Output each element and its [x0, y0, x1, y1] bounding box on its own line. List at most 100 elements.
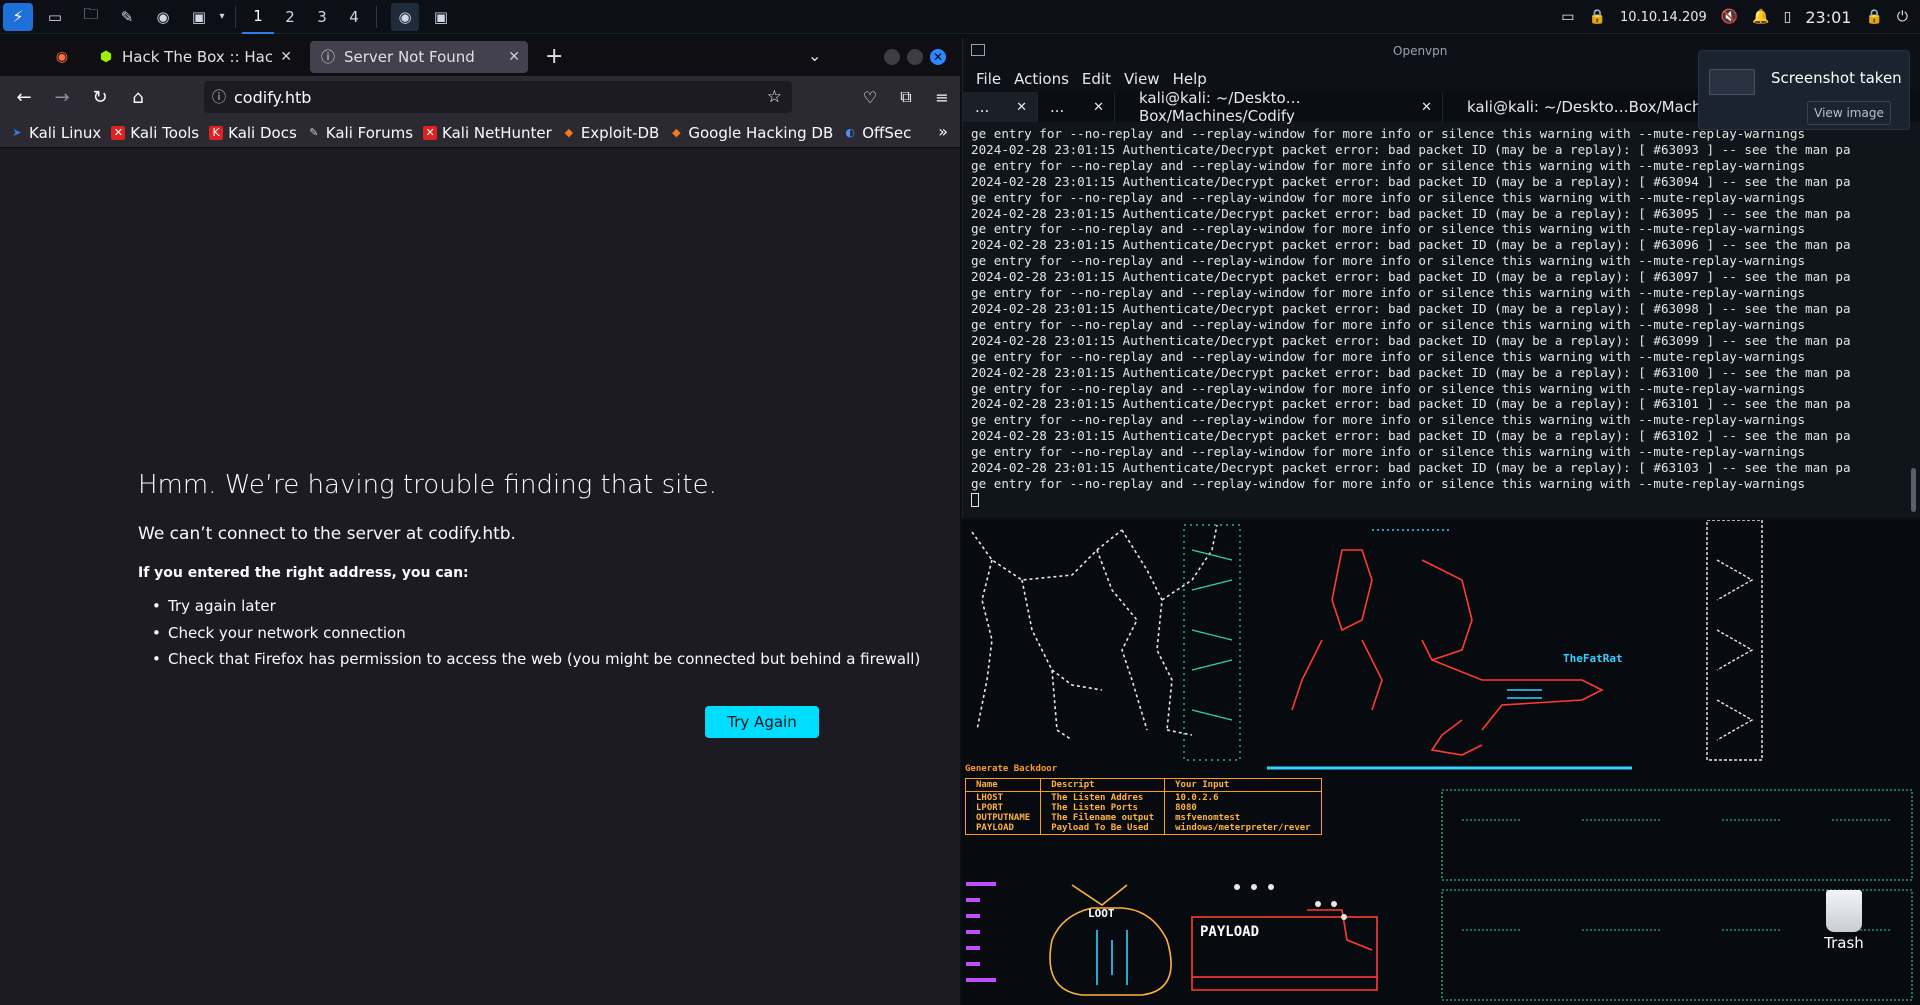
error-tips-list: Try again later Check your network conne… [152, 597, 920, 677]
hamburger-menu-icon[interactable]: ≡ [924, 81, 960, 113]
pocket-icon[interactable]: ♡ [852, 81, 888, 113]
firefox-icon: ◉ [55, 49, 69, 65]
trash-desktop-icon[interactable]: Trash [1816, 890, 1872, 952]
terminal-line: 2024-02-28 23:01:15 Authenticate/Decrypt… [971, 141, 1851, 157]
minimize-button[interactable] [884, 49, 900, 65]
taskbar-terminal-icon[interactable]: ▣ [427, 3, 455, 31]
menu-help[interactable]: Help [1173, 70, 1207, 88]
terminal-line: ge entry for --no-replay and --replay-wi… [971, 221, 1806, 237]
desktop-wallpaper [962, 520, 1920, 1005]
generate-header: Generate Backdoor [965, 764, 1058, 774]
window-close-button[interactable]: ✕ [930, 49, 946, 65]
bookmark-kali-nethunter[interactable]: ✕ Kali NetHunter [423, 124, 552, 142]
url-bar[interactable]: ⓘ codify.htb ☆ [204, 81, 792, 113]
terminal-line: 2024-02-28 23:01:15 Authenticate/Decrypt… [971, 173, 1851, 189]
power-icon[interactable]: ⏻ [1897, 9, 1908, 25]
error-subheading: If you entered the right address, you ca… [138, 565, 469, 581]
bell-icon[interactable]: 🔔 [1752, 9, 1769, 25]
kali-dragon-icon: ➤ [12, 126, 22, 139]
loot-label: LOOT [1088, 907, 1115, 920]
vpn-lock-icon: 🔒 [1588, 9, 1606, 25]
close-icon[interactable]: ✕ [1093, 100, 1104, 115]
terminal-scrollbar[interactable] [1911, 468, 1916, 512]
bookmark-google-hacking-db[interactable]: ◆ Google Hacking DB [669, 124, 833, 142]
terminal-tab[interactable]: ... ✕ [963, 92, 1038, 122]
firefox-launcher-icon[interactable]: ◉ [149, 3, 177, 31]
bookmark-exploit-db[interactable]: ◆ Exploit-DB [562, 124, 660, 142]
thefatrat-label: TheFatRat [1563, 652, 1623, 665]
mute-icon[interactable]: 🔇 [1721, 9, 1738, 25]
url-text[interactable]: codify.htb [234, 88, 311, 107]
site-info-icon[interactable]: ⓘ [204, 87, 234, 107]
packet-id: #63096 [1653, 237, 1699, 253]
bookmark-kali-forums[interactable]: ✎ Kali Forums [307, 124, 413, 142]
bookmark-kali-tools[interactable]: ✕ Kali Tools [111, 124, 199, 142]
new-tab-plus-icon[interactable]: + [545, 44, 563, 69]
kali-menu-icon[interactable]: ⚡ [3, 2, 33, 31]
nav-bar: ← → ↻ ⌂ ⓘ codify.htb ☆ ♡ ⧉ ≡ [0, 76, 960, 118]
firefox-window: ◉ ⬢ Hack The Box :: Hack The B ✕ ⓘ Serve… [0, 38, 960, 1005]
tab-firefox-view[interactable]: ◉ [44, 41, 80, 73]
bookmark-label: Kali Forums [325, 123, 414, 142]
terminal-line: ge entry for --no-replay and --replay-wi… [971, 126, 1806, 141]
wallpaper-art [966, 520, 1913, 1001]
notification-title: Screenshot taken [1771, 69, 1902, 87]
bookmark-star-icon[interactable]: ☆ [767, 87, 782, 107]
bookmark-kali-docs[interactable]: K Kali Docs [209, 124, 297, 142]
bookmark-kali-linux[interactable]: ➤ Kali Linux [10, 124, 101, 142]
terminal-tab[interactable]: ... ✕ [1038, 92, 1115, 122]
home-icon[interactable]: ⌂ [120, 81, 156, 113]
display-icon[interactable]: ▭ [1561, 9, 1574, 25]
close-icon[interactable]: ✕ [1016, 100, 1027, 115]
close-icon[interactable]: ✕ [508, 49, 520, 65]
back-arrow-icon[interactable]: ← [6, 81, 42, 113]
packet-id: #63099 [1653, 332, 1699, 348]
chevron-down-icon[interactable]: ▾ [215, 3, 229, 31]
exploit-db-icon: ◆ [564, 126, 574, 139]
reload-icon[interactable]: ↻ [82, 81, 118, 113]
hackthebox-icon: ⬢ [99, 49, 113, 65]
bookmark-offsec[interactable]: ◐ OffSec [843, 124, 911, 142]
workspace-2[interactable]: 2 [274, 0, 306, 34]
close-icon[interactable]: ✕ [280, 49, 292, 65]
terminal-line: ge entry for --no-replay and --replay-wi… [971, 444, 1806, 460]
terminal-line: ge entry for --no-replay and --replay-wi… [971, 285, 1806, 301]
tab-server-not-found[interactable]: ⓘ Server Not Found ✕ [310, 41, 528, 73]
extensions-icon[interactable]: ⧉ [888, 81, 924, 113]
workspace-1[interactable]: 1 [242, 0, 274, 34]
try-again-button[interactable]: Try Again [705, 706, 819, 738]
menu-view[interactable]: View [1124, 70, 1160, 88]
trash-label: Trash [1824, 934, 1864, 952]
menu-file[interactable]: File [976, 70, 1001, 88]
maximize-button[interactable] [907, 49, 923, 65]
lock-screen-icon[interactable]: 🔒 [1865, 9, 1882, 25]
menu-edit[interactable]: Edit [1082, 70, 1111, 88]
tab-hackthebox[interactable]: ⬢ Hack The Box :: Hack The B ✕ [88, 41, 300, 73]
error-title: Hmm. We’re having trouble finding that s… [138, 470, 717, 500]
bookmark-label: Google Hacking DB [688, 123, 834, 142]
more-bookmarks-chevron-icon[interactable]: » [938, 122, 948, 141]
terminal-line: 2024-02-28 23:01:15 Authenticate/Decrypt… [971, 237, 1851, 253]
terminal-output[interactable]: ge entry for --no-replay and --replay-wi… [971, 126, 1911, 516]
text-editor-icon[interactable]: ✎ [113, 3, 141, 31]
terminal-line: 2024-02-28 23:01:15 Authenticate/Decrypt… [971, 300, 1851, 316]
bookmark-label: OffSec [862, 123, 912, 142]
workspace-3[interactable]: 3 [306, 0, 338, 34]
page-content: Hmm. We’re having trouble finding that s… [0, 149, 960, 1005]
close-icon[interactable]: ✕ [1421, 100, 1432, 115]
file-manager-icon[interactable]: 🗀 [77, 3, 105, 31]
terminal-tab[interactable]: kali@kali: ~/Deskto…Box/Machines/Codify … [1115, 89, 1443, 125]
menu-actions[interactable]: Actions [1014, 70, 1069, 88]
view-image-button[interactable]: View image [1807, 101, 1891, 125]
terminal-line: 2024-02-28 23:01:15 Authenticate/Decrypt… [971, 364, 1851, 380]
workspace-4[interactable]: 4 [338, 0, 370, 34]
battery-icon[interactable]: ▯ [1784, 9, 1792, 25]
list-tabs-chevron-down-icon[interactable]: ⌄ [808, 46, 821, 65]
taskbar-firefox-icon[interactable]: ◉ [391, 2, 419, 31]
terminal-launcher-icon[interactable]: ▣ [185, 3, 213, 31]
terminal-line: 2024-02-28 23:01:15 Authenticate/Decrypt… [971, 460, 1851, 476]
clock[interactable]: 23:01 [1805, 8, 1851, 27]
show-desktop-icon[interactable]: ▭ [41, 3, 69, 31]
forward-arrow-icon[interactable]: → [44, 81, 80, 113]
terminal-line: ge entry for --no-replay and --replay-wi… [971, 475, 1806, 491]
